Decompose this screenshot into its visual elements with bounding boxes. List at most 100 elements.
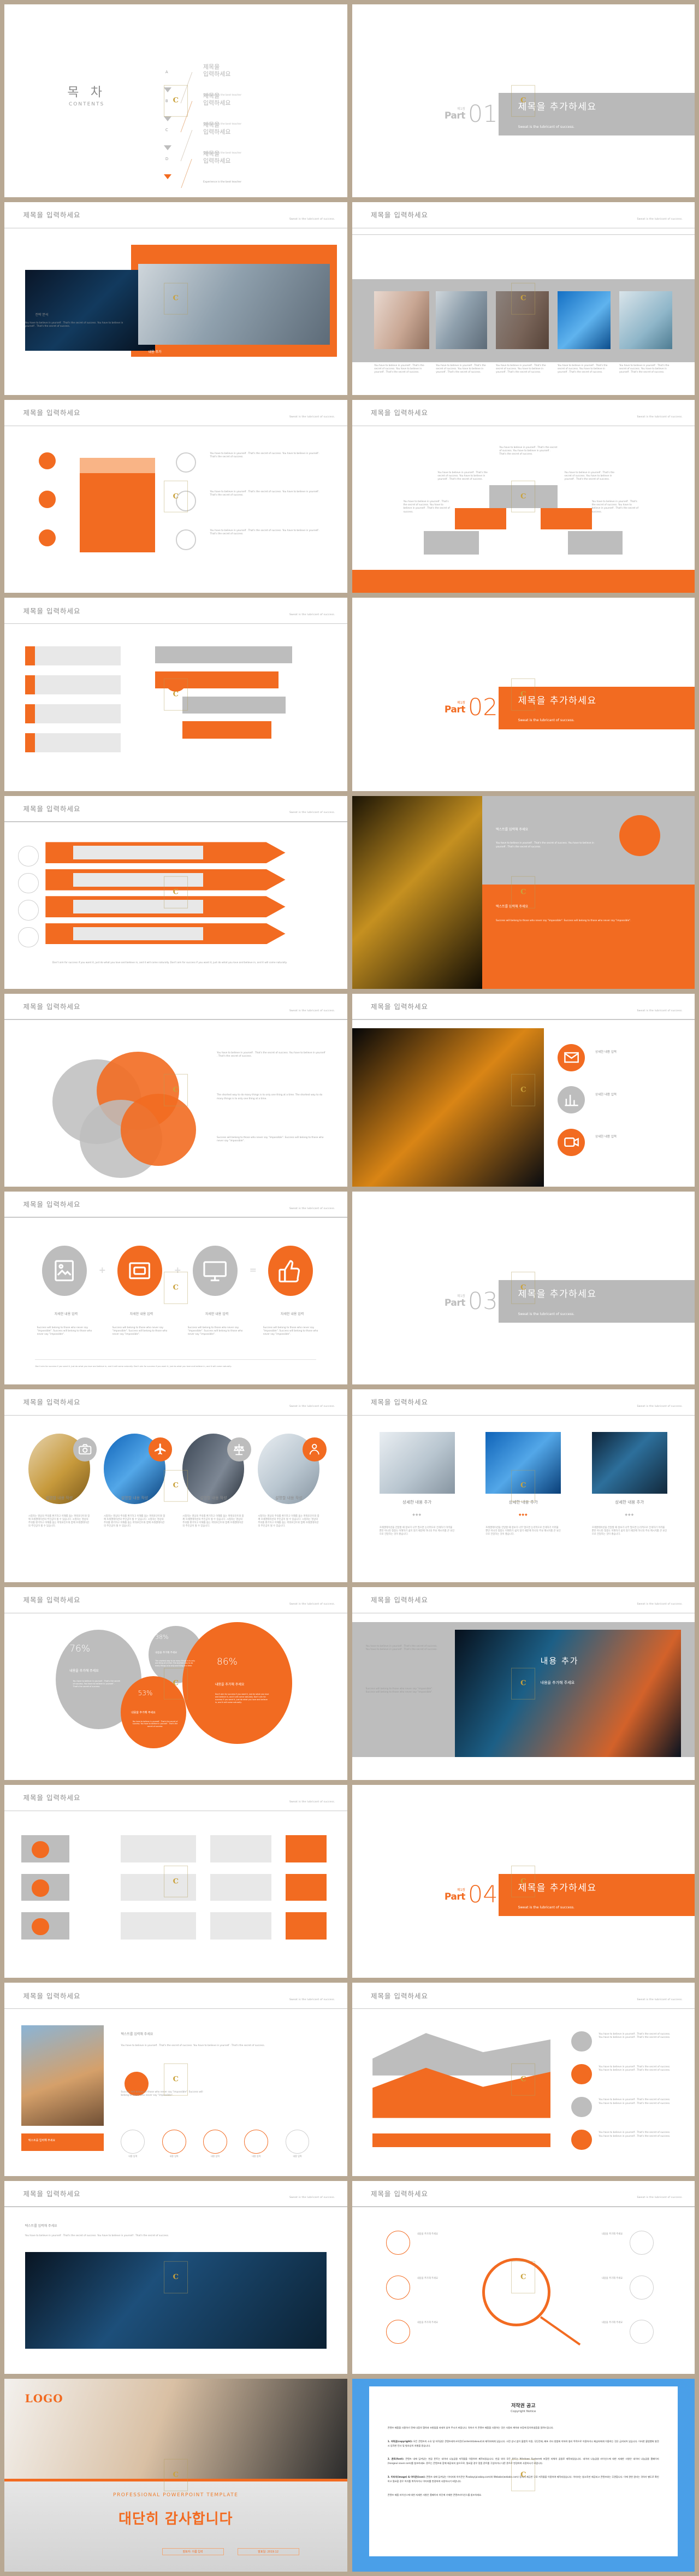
chevron-label-3 bbox=[73, 900, 203, 913]
slide-gold-cards[interactable]: 텍스트를 입력해 주세요 You have to believe in your… bbox=[352, 795, 695, 989]
slide-copyright[interactable]: 저작권 공고 Copyright Notice 콘텐츠 제품을 사용하기 전에 … bbox=[352, 2378, 695, 2572]
slide-header: 제목을 입력하세요 Sweat is the lubricant of succ… bbox=[4, 796, 347, 829]
image-icon[interactable] bbox=[42, 1245, 87, 1296]
bullet-1 bbox=[38, 452, 56, 469]
plane-icon[interactable] bbox=[148, 1437, 173, 1462]
slide-grid: 목 차 CONTENTS A 제목을 입력하세요 Experience is t… bbox=[0, 0, 699, 2576]
matrix-mid2-2 bbox=[210, 1873, 272, 1901]
ring-2 bbox=[175, 491, 197, 511]
matrix-right-1 bbox=[285, 1835, 327, 1862]
toc-heading: 목 차 CONTENTS bbox=[67, 85, 106, 108]
mail-icon[interactable] bbox=[558, 1044, 585, 1071]
icon-circle-3[interactable] bbox=[203, 2129, 227, 2154]
arrow-badge bbox=[165, 671, 186, 692]
slide-flow-matrix[interactable]: 제목을 입력하세요 Sweat is the lubricant of succ… bbox=[4, 1785, 347, 1978]
icon-circle-4[interactable] bbox=[244, 2129, 269, 2154]
row-icon-3 bbox=[18, 900, 39, 921]
list-marker-4 bbox=[25, 733, 35, 752]
slide-part-03[interactable]: 제1장 Part 03 제목을 추가하세요 Sweat is the lubri… bbox=[352, 1191, 695, 1384]
slide-three-cards[interactable]: 제목을 입력하세요 Sweat is the lubricant of succ… bbox=[352, 1389, 695, 1583]
arrow-gray-2 bbox=[182, 696, 286, 714]
venn-orange-2 bbox=[121, 1094, 197, 1166]
slide-arrow-list[interactable]: 제목을 입력하세요 Sweat is the lubricant of succ… bbox=[4, 598, 347, 791]
slide-icon-equation[interactable]: 제목을 입력하세요 Sweat is the lubricant of succ… bbox=[4, 1191, 347, 1384]
photo-3 bbox=[496, 291, 549, 349]
slide-venn[interactable]: 제목을 입력하세요 Sweat is the lubricant of succ… bbox=[4, 993, 347, 1187]
slide-photo-orange[interactable]: 제목을 입력하세요 Sweat is the lubricant of succ… bbox=[4, 202, 347, 396]
row-icon-1 bbox=[18, 846, 39, 867]
slide-city-photo[interactable]: 제목을 입력하세요 Sweat is the lubricant of succ… bbox=[4, 2180, 347, 2374]
tv-icon[interactable] bbox=[117, 1245, 162, 1296]
arrow-orange-2 bbox=[182, 721, 272, 739]
part-band: 제목을 추가하세요 Sweat is the lubricant of succ… bbox=[498, 1873, 695, 1917]
slide-chevron-rows[interactable]: 제목을 입력하세요 Sweat is the lubricant of succ… bbox=[4, 795, 347, 989]
step-badge-1 bbox=[571, 2031, 592, 2052]
slide-thanks[interactable]: LOGO PROFESSIONAL POWERPOINT TEMPLATE 대단… bbox=[4, 2378, 347, 2572]
orange-panel-bottom bbox=[482, 885, 695, 989]
thumbs-up-icon[interactable] bbox=[268, 1245, 313, 1296]
check-badge-3 bbox=[32, 1918, 49, 1936]
video-icon[interactable] bbox=[558, 1128, 585, 1157]
chevron-label-1 bbox=[73, 846, 203, 860]
slide-mountain-steps[interactable]: 제목을 입력하세요 Sweat is the lubricant of succ… bbox=[352, 1983, 695, 2176]
slide-toc[interactable]: 목 차 CONTENTS A 제목을 입력하세요 Experience is t… bbox=[4, 4, 347, 198]
copyright-title-en: Copyright Notice bbox=[511, 2410, 536, 2414]
slide-part-01[interactable]: 제1장 Part 01 제목을 추가하세요 Sweat is the lubri… bbox=[352, 4, 695, 198]
slide-header: 제목을 입력하세요 Sweat is the lubricant of succ… bbox=[352, 1983, 695, 2015]
list-marker-2 bbox=[25, 675, 35, 694]
slide-header: 제목을 입력하세요 Sweat is the lubricant of succ… bbox=[4, 1785, 347, 1818]
person-icon[interactable] bbox=[302, 1437, 327, 1462]
caption-bar bbox=[21, 2133, 104, 2151]
slide-circle-photos[interactable]: 제목을 입력하세요 Sweat is the lubricant of succ… bbox=[4, 1389, 347, 1583]
copyright-paragraph: 3. 이미지(image) & 아이콘(icon): 콘텐츠 내에 담겨있는 이… bbox=[387, 2475, 659, 2483]
base-bar bbox=[372, 2133, 551, 2147]
thanks-kicker: PROFESSIONAL POWERPOINT TEMPLATE bbox=[113, 2492, 239, 2498]
slide-night-city[interactable]: 제목을 입력하세요 Sweat is the lubricant of succ… bbox=[352, 1587, 695, 1781]
equals-operator: = bbox=[249, 1265, 257, 1276]
bullet-2 bbox=[38, 491, 56, 508]
gray-panel-top bbox=[482, 795, 695, 885]
icon-circle-5[interactable] bbox=[285, 2129, 310, 2154]
slide-arrow-photo[interactable]: 제목을 입력하세요 Sweat is the lubricant of succ… bbox=[352, 993, 695, 1187]
copyright-intro: 콘텐츠 제품을 사용하기 전에 다음의 협약과 조항들을 자세히 읽어 주시기 … bbox=[387, 2426, 554, 2429]
icon-circle-2[interactable] bbox=[162, 2129, 186, 2154]
scale-icon[interactable] bbox=[227, 1437, 251, 1462]
slide-part-02[interactable]: 제1장 Part 02 제목을 추가하세요 Sweat is the lubri… bbox=[352, 598, 695, 791]
cloud-icon[interactable] bbox=[629, 2319, 654, 2344]
slide-bag-diagram[interactable]: 제목을 입력하세요 Sweat is the lubricant of succ… bbox=[4, 400, 347, 593]
photo-5 bbox=[619, 291, 673, 349]
matrix-mid-1 bbox=[121, 1835, 197, 1862]
slide-header: 제목을 입력하세요 Sweat is the lubricant of succ… bbox=[352, 994, 695, 1027]
podium-far-left bbox=[424, 531, 479, 555]
camera-icon[interactable] bbox=[73, 1437, 97, 1462]
presenter-field: 발표자: 이름 입력 bbox=[162, 2548, 224, 2556]
step-badge-2 bbox=[571, 2064, 592, 2085]
slide-header: 제목을 입력하세요 Sweat is the lubricant of succ… bbox=[352, 2181, 695, 2214]
matrix-mid2-1 bbox=[210, 1835, 272, 1862]
matrix-mid-3 bbox=[121, 1912, 197, 1940]
logo: LOGO bbox=[25, 2392, 63, 2406]
ring-3 bbox=[175, 529, 197, 550]
slide-percent-bubbles[interactable]: 제목을 입력하세요 Sweat is the lubricant of succ… bbox=[4, 1587, 347, 1781]
pin-icon[interactable] bbox=[629, 2231, 654, 2255]
phone-icon[interactable] bbox=[386, 2231, 411, 2255]
clock-icon[interactable] bbox=[386, 2319, 411, 2344]
thanks-title: 대단히 감사합니다 bbox=[119, 2511, 233, 2528]
chart-icon[interactable] bbox=[558, 1086, 585, 1114]
lock-icon[interactable] bbox=[629, 2275, 654, 2300]
slide-podium[interactable]: 제목을 입력하세요 Sweat is the lubricant of succ… bbox=[352, 400, 695, 593]
slide-photo-strip[interactable]: 제목을 입력하세요 Sweat is the lubricant of succ… bbox=[352, 202, 695, 396]
slide-bridge-icons[interactable]: 제목을 입력하세요 Sweat is the lubricant of succ… bbox=[4, 1983, 347, 2176]
icon-circle-1[interactable] bbox=[121, 2129, 145, 2154]
monitor-icon[interactable] bbox=[193, 1245, 238, 1296]
photo-bridge bbox=[21, 2025, 104, 2126]
slide-magnifier[interactable]: 제목을 입력하세요 Sweat is the lubricant of succ… bbox=[352, 2180, 695, 2374]
mail-icon[interactable] bbox=[386, 2275, 411, 2300]
slide-header: 제목을 입력하세요 Sweat is the lubricant of succ… bbox=[4, 1192, 347, 1224]
part-divider: 제1장 Part 02 제목을 추가하세요 Sweat is the lubri… bbox=[352, 686, 695, 729]
slide-part-04[interactable]: 제1장 Part 04 제목을 추가하세요 Sweat is the lubri… bbox=[352, 1785, 695, 1978]
circle-badge bbox=[619, 815, 661, 857]
bag-top bbox=[80, 458, 156, 474]
step-badge-4 bbox=[571, 2129, 592, 2150]
part-band: 제목을 추가하세요 Sweat is the lubricant of succ… bbox=[498, 93, 695, 136]
